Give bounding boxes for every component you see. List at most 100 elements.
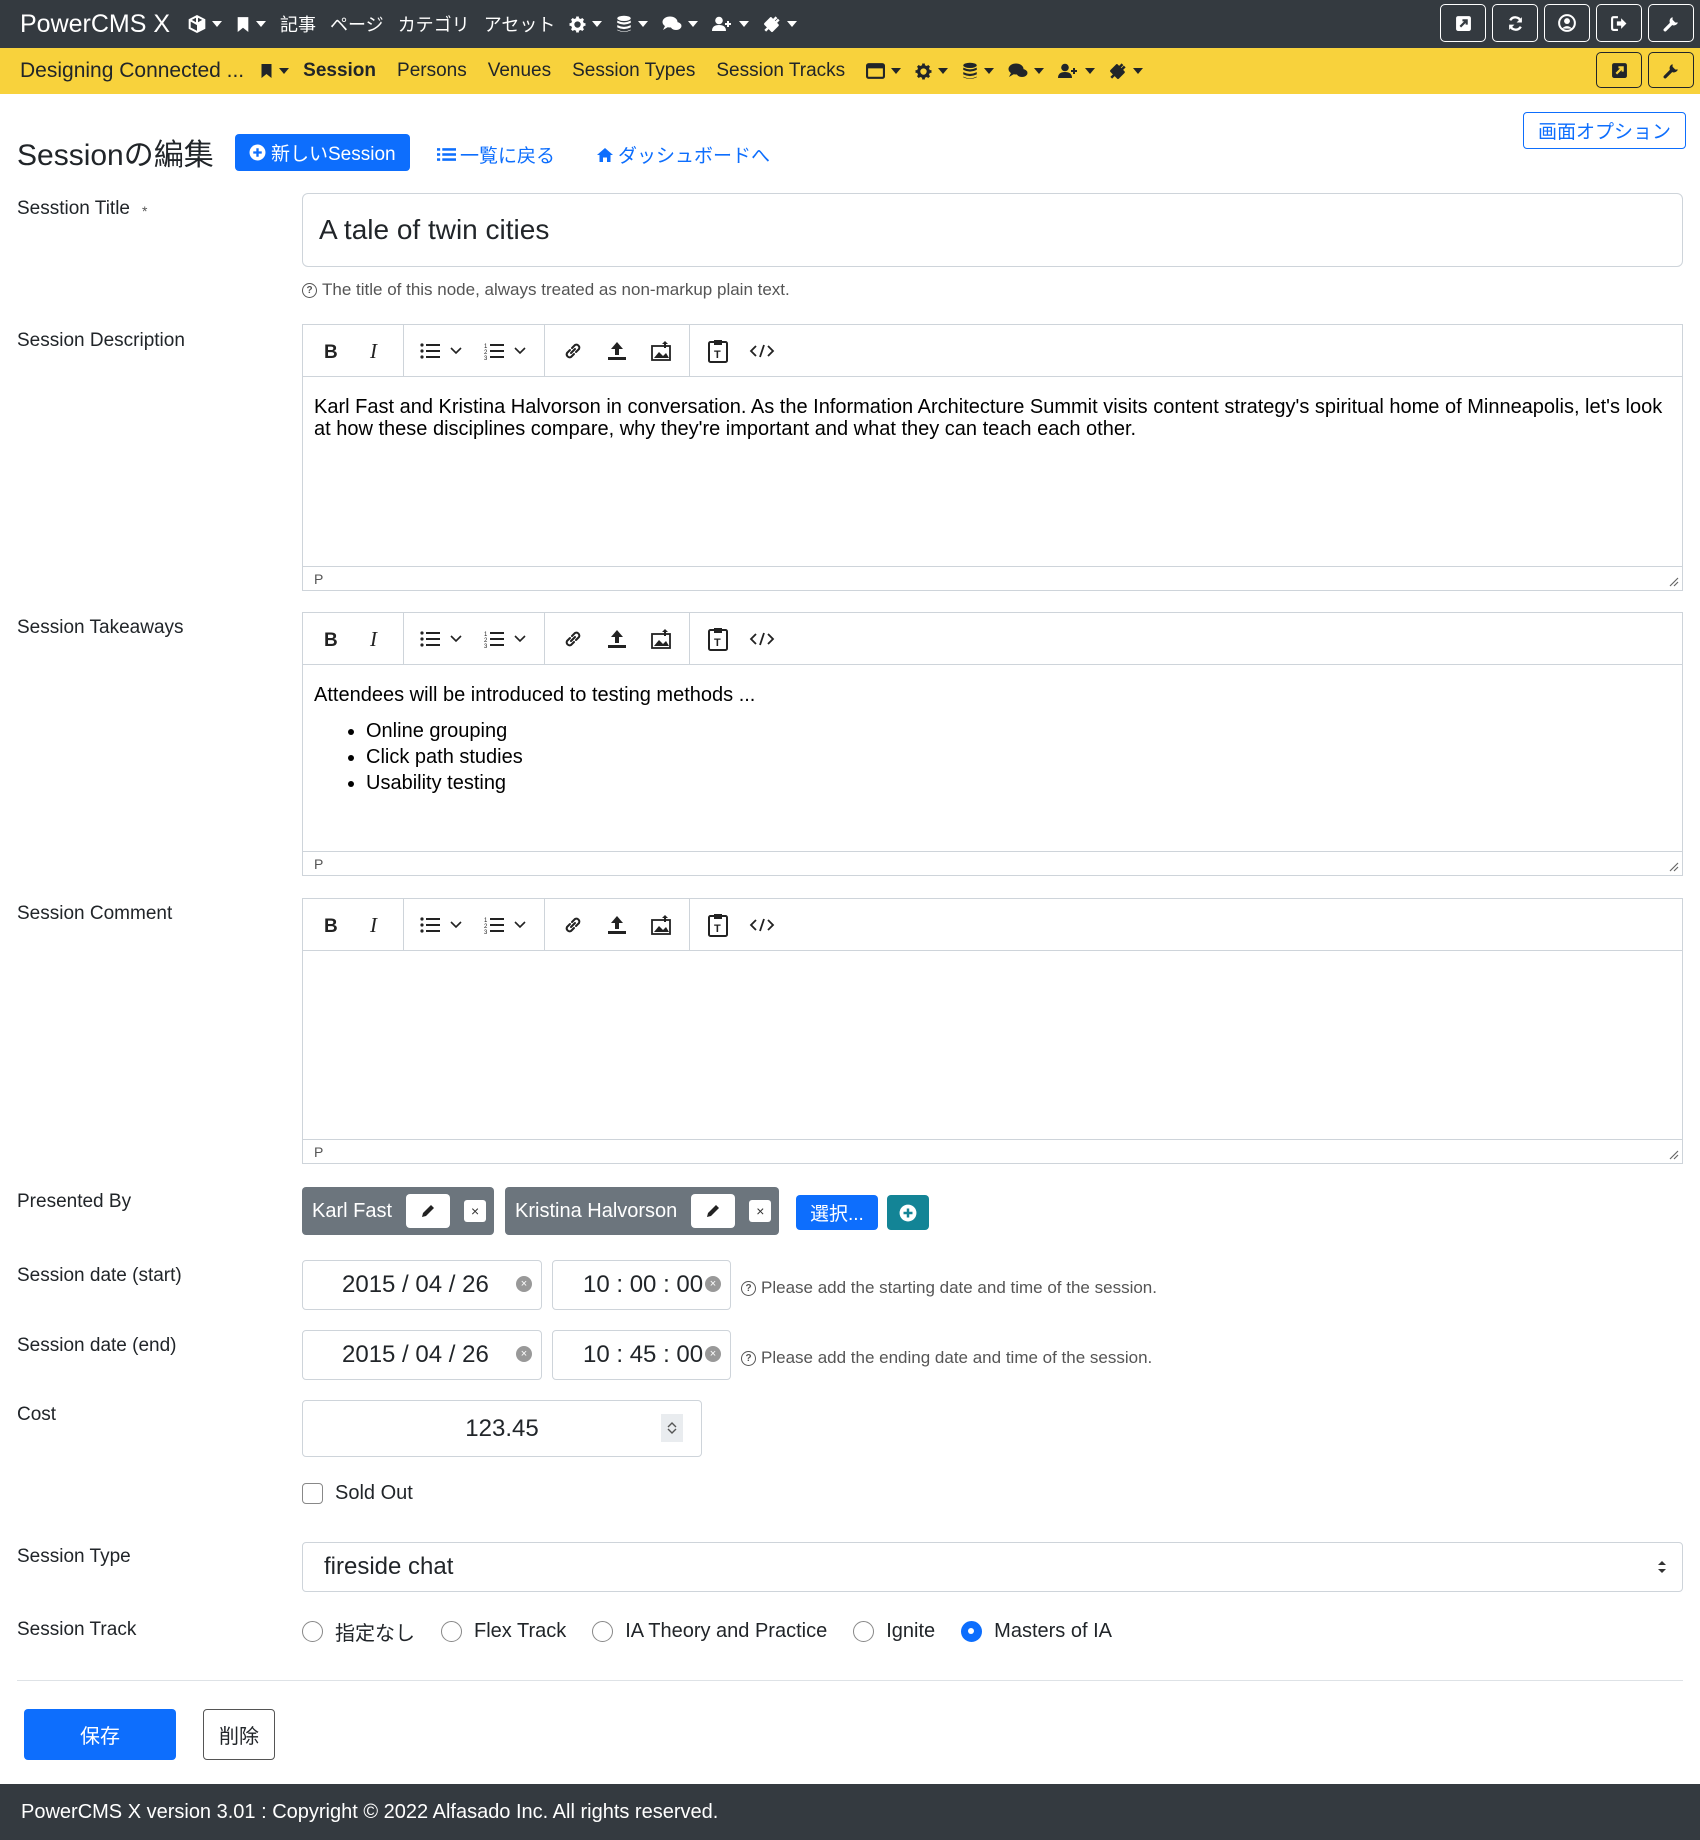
bold-button[interactable]: B (309, 906, 353, 944)
start-date-input[interactable]: 2015 / 04 / 26 × (302, 1260, 542, 1310)
track-option-none[interactable]: 指定なし (302, 1617, 415, 1646)
workspace-database-menu[interactable] (962, 62, 995, 80)
tab-session-tracks[interactable]: Session Tracks (716, 60, 845, 82)
track-option-masters-of-ia[interactable]: Masters of IA (961, 1620, 1112, 1643)
radio-button[interactable] (441, 1621, 462, 1642)
track-option-ignite[interactable]: Ignite (853, 1620, 935, 1643)
workspace-users-menu[interactable] (1058, 63, 1096, 79)
cube-menu[interactable] (188, 15, 223, 33)
clear-icon[interactable]: × (705, 1276, 721, 1292)
workspace-view-site-button[interactable] (1596, 52, 1642, 88)
workspace-settings-menu[interactable] (915, 63, 949, 80)
radio-button[interactable] (853, 1621, 875, 1642)
paste-text-button[interactable]: T (696, 332, 740, 370)
rebuild-button[interactable] (1492, 4, 1538, 42)
workspace-window-menu[interactable] (866, 63, 902, 79)
back-to-list-link[interactable]: 一覧に戻る (437, 141, 555, 168)
upload-button[interactable] (595, 332, 639, 370)
workspace-comments-menu[interactable] (1008, 63, 1045, 79)
workspace-plugins-menu[interactable] (1109, 62, 1144, 80)
track-option-ia-theory[interactable]: IA Theory and Practice (592, 1620, 827, 1643)
resize-handle-icon[interactable] (1667, 860, 1679, 872)
source-code-button[interactable] (740, 332, 784, 370)
clear-icon[interactable]: × (516, 1346, 532, 1362)
remove-presenter-button[interactable]: × (464, 1200, 487, 1222)
link-button[interactable] (551, 906, 595, 944)
system-settings-button[interactable] (1648, 4, 1694, 42)
bookmark-menu[interactable] (236, 16, 267, 33)
italic-button[interactable]: I (353, 332, 397, 370)
edit-presenter-button[interactable] (691, 1194, 736, 1228)
numbered-list-button[interactable]: 123 (474, 332, 538, 370)
paste-text-button[interactable]: T (696, 620, 740, 658)
new-session-button[interactable]: 新しいSession (235, 134, 410, 171)
takeaways-editor-body[interactable]: Attendees will be introduced to testing … (303, 665, 1682, 815)
plugins-menu[interactable] (763, 15, 798, 33)
nav-entries[interactable]: 記事 (280, 11, 316, 37)
select-presenters-button[interactable]: 選択... (796, 1195, 878, 1230)
bullet-list-button[interactable] (410, 906, 474, 944)
description-editor-body[interactable]: Karl Fast and Kristina Halvorson in conv… (303, 377, 1682, 459)
view-site-button[interactable] (1440, 4, 1486, 42)
resize-handle-icon[interactable] (1667, 1148, 1679, 1160)
numbered-list-button[interactable]: 123 (474, 620, 538, 658)
tab-venues[interactable]: Venues (488, 60, 551, 82)
edit-presenter-button[interactable] (406, 1194, 451, 1228)
dashboard-link[interactable]: ダッシュボードへ (596, 141, 770, 168)
nav-categories[interactable]: カテゴリ (398, 11, 470, 37)
tab-persons[interactable]: Persons (397, 60, 467, 82)
remove-presenter-button[interactable]: × (749, 1200, 772, 1222)
bullet-list-button[interactable] (410, 332, 474, 370)
logout-button[interactable] (1596, 4, 1642, 42)
screen-options-button[interactable]: 画面オプション (1523, 112, 1687, 149)
clear-icon[interactable]: × (516, 1276, 532, 1292)
track-option-flex[interactable]: Flex Track (441, 1620, 566, 1643)
workspace-name[interactable]: Designing Connected ... (20, 59, 244, 83)
clear-icon[interactable]: × (705, 1346, 721, 1362)
brand-name[interactable]: PowerCMS X (20, 10, 170, 39)
add-presenter-button[interactable] (887, 1195, 929, 1230)
bold-button[interactable]: B (309, 620, 353, 658)
italic-button[interactable]: I (353, 620, 397, 658)
link-button[interactable] (551, 620, 595, 658)
tab-session-types[interactable]: Session Types (572, 60, 695, 82)
upload-button[interactable] (595, 620, 639, 658)
sold-out-checkbox[interactable] (302, 1483, 323, 1504)
insert-image-button[interactable] (639, 332, 683, 370)
users-menu[interactable] (712, 16, 750, 32)
radio-button-selected[interactable] (961, 1621, 983, 1642)
insert-image-button[interactable] (639, 620, 683, 658)
source-code-button[interactable] (740, 906, 784, 944)
number-spinner[interactable] (661, 1414, 683, 1442)
nav-assets[interactable]: アセット (484, 11, 556, 37)
start-time-input[interactable]: 10 : 00 : 00 × (552, 1260, 731, 1310)
upload-button[interactable] (595, 906, 639, 944)
radio-button[interactable] (592, 1621, 614, 1642)
workspace-bookmark-menu[interactable] (260, 63, 290, 79)
nav-pages[interactable]: ページ (330, 11, 384, 37)
cost-input[interactable]: 123.45 (302, 1400, 702, 1457)
link-button[interactable] (551, 332, 595, 370)
source-code-button[interactable] (740, 620, 784, 658)
comment-editor-body[interactable] (303, 951, 1682, 989)
insert-image-button[interactable] (639, 906, 683, 944)
session-type-select[interactable]: fireside chat (302, 1542, 1683, 1592)
tab-session[interactable]: Session (303, 60, 376, 82)
delete-button[interactable]: 削除 (203, 1709, 275, 1760)
session-title-input[interactable]: A tale of twin cities (302, 193, 1683, 267)
bold-button[interactable]: B (309, 332, 353, 370)
comments-menu[interactable] (662, 16, 699, 32)
paste-text-button[interactable]: T (696, 906, 740, 944)
resize-handle-icon[interactable] (1667, 575, 1679, 587)
radio-button[interactable] (302, 1621, 323, 1642)
settings-menu[interactable] (569, 16, 603, 33)
user-account-button[interactable] (1544, 4, 1590, 42)
bullet-list-button[interactable] (410, 620, 474, 658)
end-date-input[interactable]: 2015 / 04 / 26 × (302, 1330, 542, 1380)
end-time-input[interactable]: 10 : 45 : 00 × (552, 1330, 731, 1380)
italic-button[interactable]: I (353, 906, 397, 944)
numbered-list-button[interactable]: 123 (474, 906, 538, 944)
save-button[interactable]: 保存 (24, 1709, 176, 1760)
database-menu[interactable] (616, 15, 649, 33)
workspace-settings-button[interactable] (1648, 52, 1694, 88)
